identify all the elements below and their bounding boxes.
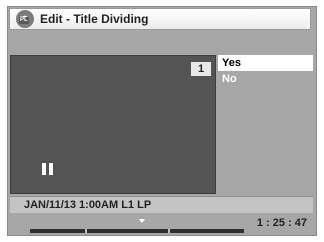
elapsed-time: 1 : 25 : 47 bbox=[256, 217, 307, 229]
menu-item-yes[interactable]: Yes bbox=[218, 55, 313, 71]
menu-item-no[interactable]: No bbox=[218, 71, 313, 87]
disc-playlist-icon: PL bbox=[16, 10, 34, 28]
progress-tick bbox=[85, 229, 87, 233]
video-preview: 1 bbox=[10, 55, 216, 194]
recording-info: JAN/11/13 1:00AM L1 LP bbox=[10, 196, 313, 213]
title-bar: PL Edit - Title Dividing bbox=[9, 8, 311, 30]
playlist-badge: PL bbox=[19, 17, 29, 24]
playback-progress-bar bbox=[30, 229, 244, 233]
confirm-menu: Yes No bbox=[218, 55, 313, 194]
progress-tick bbox=[168, 229, 170, 233]
page-title: Edit - Title Dividing bbox=[40, 12, 149, 26]
position-marker-icon bbox=[139, 219, 145, 223]
chapter-number-badge: 1 bbox=[191, 62, 211, 76]
pause-icon bbox=[42, 163, 54, 175]
